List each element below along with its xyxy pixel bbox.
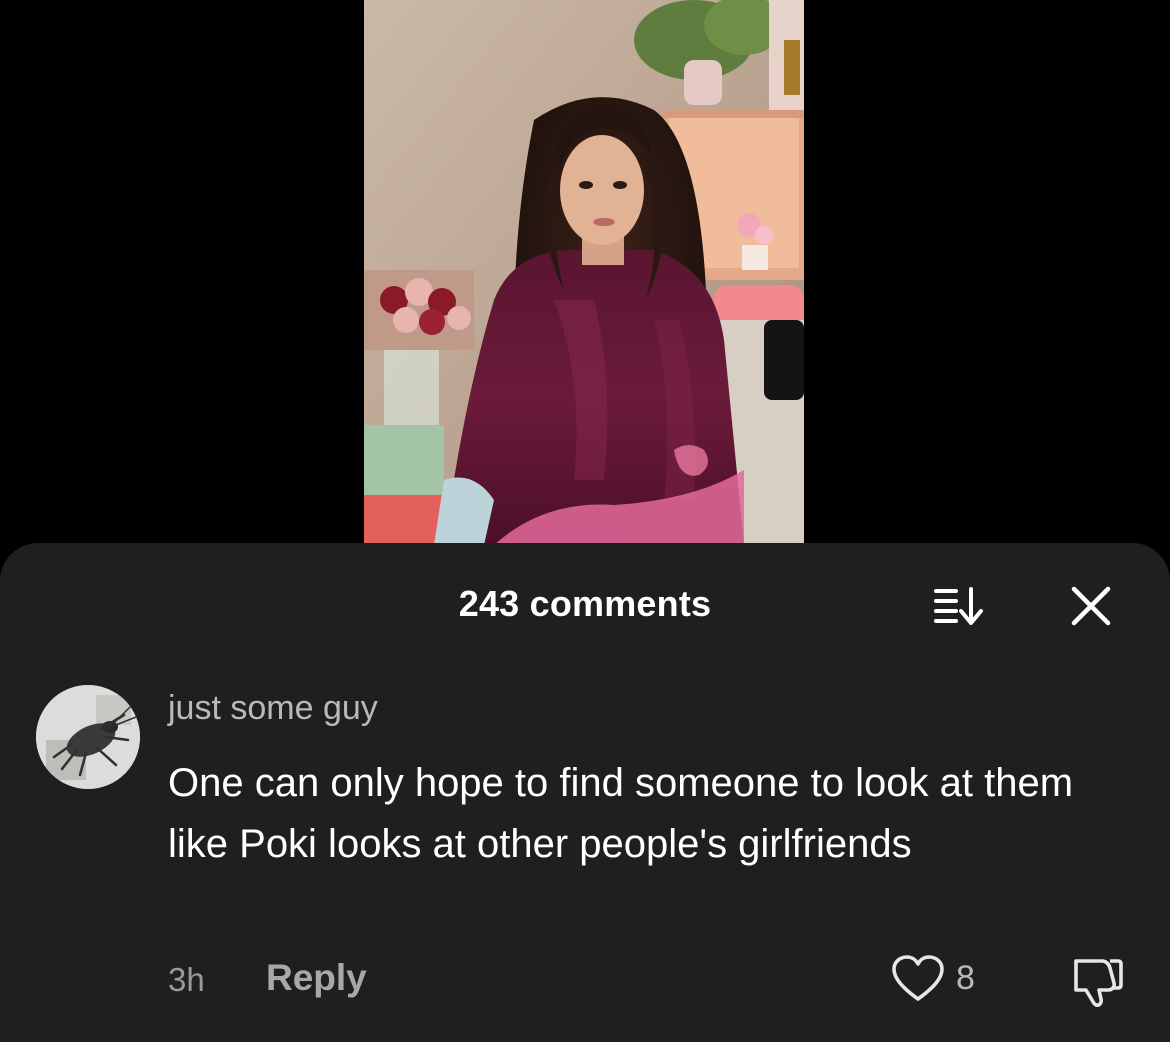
- comment-timestamp: 3h: [168, 961, 205, 998]
- close-icon: [1071, 586, 1111, 626]
- like-count: 8: [956, 959, 975, 997]
- video-thumbnail: [364, 0, 804, 545]
- reply-button[interactable]: Reply: [266, 957, 367, 999]
- dislike-button[interactable]: [1068, 953, 1126, 1009]
- comment-count-title: 243 comments: [458, 583, 712, 624]
- like-button[interactable]: [890, 953, 946, 1005]
- thumbs-down-icon: [1074, 959, 1123, 1007]
- comment-username[interactable]: just some guy: [168, 689, 378, 728]
- avatar[interactable]: [36, 685, 140, 789]
- sort-button[interactable]: [928, 583, 990, 629]
- heart-icon: [892, 955, 944, 1001]
- comments-sheet: 243 comments just some guy One can only …: [0, 543, 1170, 1042]
- screen: 243 comments just some guy One can only …: [0, 0, 1170, 1042]
- video-frame[interactable]: [364, 0, 804, 545]
- comments-header: 243 comments: [0, 543, 1170, 665]
- close-button[interactable]: [1066, 581, 1116, 631]
- comment-item: just some guy One can only hope to find …: [0, 683, 1170, 1042]
- sort-icon: [934, 587, 983, 625]
- avatar-image: [36, 685, 140, 789]
- comment-text: One can only hope to find someone to loo…: [168, 761, 1074, 866]
